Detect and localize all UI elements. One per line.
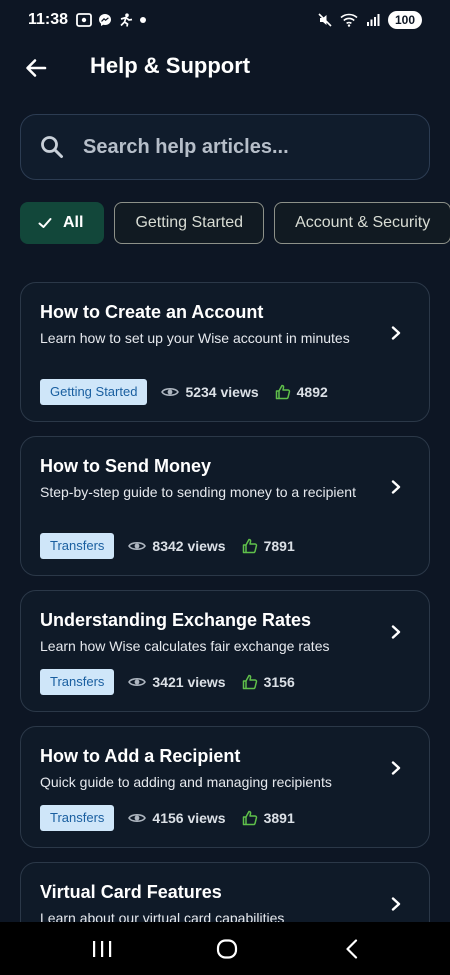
article-meta: Transfers 4156 views 3891 bbox=[40, 804, 311, 832]
article-description: Step-by-step guide to sending money to a… bbox=[40, 484, 356, 500]
thumbs-up-icon bbox=[242, 810, 257, 826]
chevron-right-icon bbox=[391, 897, 401, 911]
article-title: Understanding Exchange Rates bbox=[40, 610, 312, 630]
status-bar: 11:38 100 bbox=[0, 0, 450, 40]
search-input[interactable] bbox=[81, 134, 405, 160]
views-text: 8342 views bbox=[152, 538, 226, 554]
article-title: How to Create an Account bbox=[40, 302, 264, 322]
category-tag: Transfers bbox=[40, 669, 115, 695]
eye-icon bbox=[161, 388, 180, 396]
likes-count: 3891 bbox=[242, 810, 295, 826]
article-card-send-money[interactable]: How to Send Money Step-by-step guide to … bbox=[20, 436, 430, 576]
article-description: Learn how Wise calculates fair exchange … bbox=[40, 638, 330, 654]
likes-text: 4892 bbox=[296, 384, 328, 400]
article-meta: Transfers 8342 views 7891 bbox=[40, 532, 311, 560]
messenger-icon bbox=[99, 14, 112, 26]
search-box[interactable] bbox=[20, 114, 430, 180]
article-card-add-recipient[interactable]: How to Add a Recipient Quick guide to ad… bbox=[20, 726, 430, 848]
recent-apps-button[interactable] bbox=[84, 934, 120, 964]
views-text: 4156 views bbox=[152, 810, 226, 826]
home-circle-icon bbox=[216, 939, 238, 959]
signal-icon bbox=[366, 14, 380, 26]
likes-text: 3891 bbox=[263, 810, 295, 826]
likes-count: 3156 bbox=[242, 674, 295, 690]
eye-icon bbox=[128, 542, 147, 550]
back-button[interactable] bbox=[20, 52, 52, 84]
status-time: 11:38 bbox=[28, 11, 69, 28]
person-run-icon bbox=[120, 13, 133, 27]
chip-label: Getting Started bbox=[135, 214, 244, 231]
article-card-create-account[interactable]: How to Create an Account Learn how to se… bbox=[20, 282, 430, 422]
article-description: Quick guide to adding and managing recip… bbox=[40, 774, 332, 790]
chip-getting-started[interactable]: Getting Started bbox=[114, 202, 265, 244]
system-navigation-bar bbox=[0, 922, 450, 975]
back-nav-button[interactable] bbox=[334, 934, 370, 964]
wifi-icon bbox=[340, 13, 358, 27]
screen-cast-icon bbox=[76, 13, 92, 27]
chevron-right-icon bbox=[391, 326, 401, 340]
notification-dot-icon bbox=[140, 17, 147, 23]
views-text: 3421 views bbox=[152, 674, 226, 690]
article-title: How to Add a Recipient bbox=[40, 746, 241, 766]
check-icon bbox=[38, 218, 52, 228]
views-text: 5234 views bbox=[185, 384, 259, 400]
chevron-right-icon bbox=[391, 761, 401, 775]
views-count: 5234 views bbox=[161, 384, 259, 400]
eye-icon bbox=[128, 814, 147, 822]
chevron-right-icon bbox=[391, 625, 401, 639]
chevron-right-icon bbox=[391, 480, 401, 494]
article-meta: Transfers 3421 views 3156 bbox=[40, 668, 311, 696]
category-tag: Getting Started bbox=[40, 379, 148, 405]
likes-text: 3156 bbox=[263, 674, 295, 690]
thumbs-up-icon bbox=[242, 674, 257, 690]
app-header: Help & Support bbox=[0, 40, 450, 96]
category-tag: Transfers bbox=[40, 533, 115, 559]
battery-level: 100 bbox=[387, 11, 422, 29]
search-icon bbox=[41, 136, 63, 158]
likes-text: 7891 bbox=[263, 538, 295, 554]
mute-icon bbox=[318, 13, 332, 27]
category-filter-chips: All Getting Started Account & Security bbox=[20, 202, 450, 246]
article-title: Virtual Card Features bbox=[40, 882, 222, 902]
article-meta: Getting Started 5234 views 4892 bbox=[40, 378, 344, 406]
views-count: 4156 views bbox=[128, 810, 226, 826]
chip-account-security[interactable]: Account & Security bbox=[274, 202, 450, 244]
eye-icon bbox=[128, 678, 147, 686]
recent-apps-icon bbox=[93, 941, 112, 957]
thumbs-up-icon bbox=[242, 538, 257, 554]
home-button[interactable] bbox=[209, 934, 245, 964]
likes-count: 7891 bbox=[242, 538, 295, 554]
arrow-left-icon bbox=[26, 59, 47, 77]
likes-count: 4892 bbox=[275, 384, 328, 400]
chevron-left-icon bbox=[346, 939, 358, 959]
article-card-exchange-rates[interactable]: Understanding Exchange Rates Learn how W… bbox=[20, 590, 430, 712]
category-tag: Transfers bbox=[40, 805, 115, 831]
page-title: Help & Support bbox=[90, 53, 251, 78]
views-count: 8342 views bbox=[128, 538, 226, 554]
views-count: 3421 views bbox=[128, 674, 226, 690]
chip-label: Account & Security bbox=[295, 214, 431, 231]
chip-all[interactable]: All bbox=[20, 202, 105, 244]
article-title: How to Send Money bbox=[40, 456, 211, 476]
article-description: Learn how to set up your Wise account in… bbox=[40, 330, 350, 346]
thumbs-up-icon bbox=[275, 384, 290, 400]
chip-label: All bbox=[63, 214, 84, 231]
